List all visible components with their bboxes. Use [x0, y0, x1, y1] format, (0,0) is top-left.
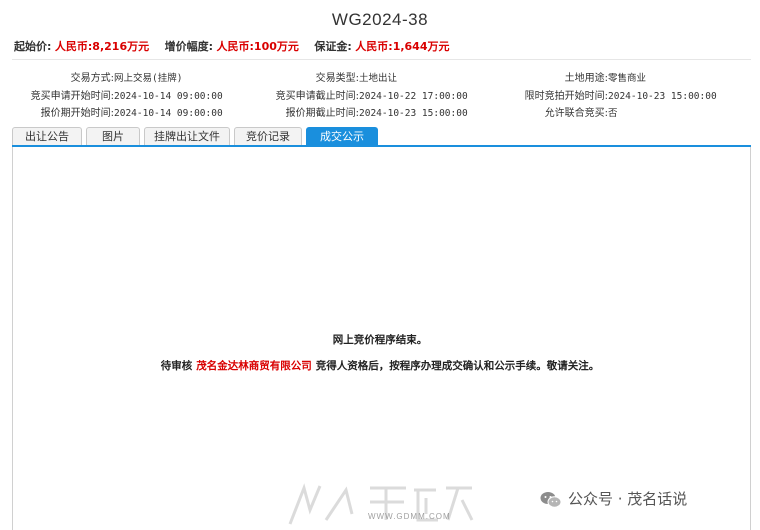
tab-announcement[interactable]: 出让公告 [12, 127, 82, 145]
tab-listing-documents[interactable]: 挂牌出让文件 [144, 127, 230, 145]
winner-notice: 待审核 茂名金达林商贸有限公司 竞得人资格后，按程序办理成交确认和公示手续。敬请关注… [0, 358, 760, 373]
info-value: 2024-10-23 15:00:00 [359, 108, 468, 119]
info-label: 限时竞拍开始时间: [524, 91, 608, 102]
notice-prefix: 待审核 [160, 360, 193, 372]
info-cell-auction-start: 限时竞拍开始时间:2024-10-23 15:00:00 [506, 87, 717, 102]
info-value: 否 [608, 108, 618, 119]
info-label: 交易类型: [315, 73, 359, 84]
info-label: 竞买申请截止时间: [275, 91, 359, 102]
info-row: 竞买申请开始时间:2024-10-14 09:00:00 竞买申请截止时间:20… [0, 87, 760, 103]
info-label: 报价期截止时间: [285, 108, 359, 119]
tab-transaction-notice[interactable]: 成交公示 [306, 127, 378, 145]
wechat-account-name: 公众号 · 茂名话说 [568, 490, 688, 508]
price-summary: 起始价: 人民币:8,216万元 增价幅度: 人民币:100万元 保证金: 人民… [14, 38, 462, 54]
wechat-icon [540, 491, 562, 508]
info-cell-trade-type: 交易类型:土地出让 [262, 69, 397, 84]
increment-value: 人民币:100万元 [216, 40, 299, 53]
info-cell-joint-bid: 允许联合竞买:否 [506, 104, 618, 119]
tab-images[interactable]: 图片 [86, 127, 140, 145]
tab-bid-records[interactable]: 竞价记录 [234, 127, 302, 145]
deposit-value: 人民币:1,644万元 [355, 40, 450, 53]
info-value: 2024-10-23 15:00:00 [608, 91, 717, 102]
info-value: 网上交易(挂牌) [114, 73, 183, 84]
deposit-label: 保证金: [314, 40, 352, 53]
info-cell-quote-start: 报价期开始时间:2024-10-14 09:00:00 [20, 104, 223, 119]
auction-end-message: 网上竞价程序结束。 [332, 334, 428, 346]
info-label: 交易方式: [70, 73, 114, 84]
info-cell-trade-method: 交易方式:网上交易(挂牌) [20, 69, 183, 84]
info-value: 零售商业 [608, 73, 647, 84]
info-cell-land-use: 土地用途:零售商业 [506, 69, 646, 84]
header-divider [12, 59, 751, 60]
start-price-label: 起始价: [14, 40, 52, 53]
info-label: 允许联合竞买: [544, 108, 608, 119]
info-value: 2024-10-14 09:00:00 [114, 108, 223, 119]
start-price-value: 人民币:8,216万元 [54, 40, 150, 53]
info-label: 报价期开始时间: [40, 108, 114, 119]
info-value: 2024-10-14 09:00:00 [114, 91, 223, 102]
info-cell-quote-end: 报价期截止时间:2024-10-23 15:00:00 [262, 104, 468, 119]
info-label: 土地用途: [564, 73, 608, 84]
info-row: 交易方式:网上交易(挂牌) 交易类型:土地出让 土地用途:零售商业 [0, 69, 760, 85]
info-value: 2024-10-22 17:00:00 [359, 91, 468, 102]
info-cell-apply-start: 竞买申请开始时间:2024-10-14 09:00:00 [20, 87, 223, 102]
info-label: 竞买申请开始时间: [30, 91, 114, 102]
info-row: 报价期开始时间:2024-10-14 09:00:00 报价期截止时间:2024… [0, 104, 760, 120]
page-title: WG2024-38 [331, 10, 429, 29]
info-cell-apply-end: 竞买申请截止时间:2024-10-22 17:00:00 [262, 87, 468, 102]
increment-label: 增价幅度: [164, 40, 214, 53]
winning-company: 茂名金达林商贸有限公司 [196, 360, 312, 372]
notice-suffix: 竞得人资格后，按程序办理成交确认和公示手续。敬请关注。 [315, 360, 600, 372]
info-value: 土地出让 [359, 73, 398, 84]
site-url-watermark: WWW.GDMM.COM [368, 512, 451, 521]
wechat-account-watermark: 公众号 · 茂名话说 [540, 488, 687, 510]
